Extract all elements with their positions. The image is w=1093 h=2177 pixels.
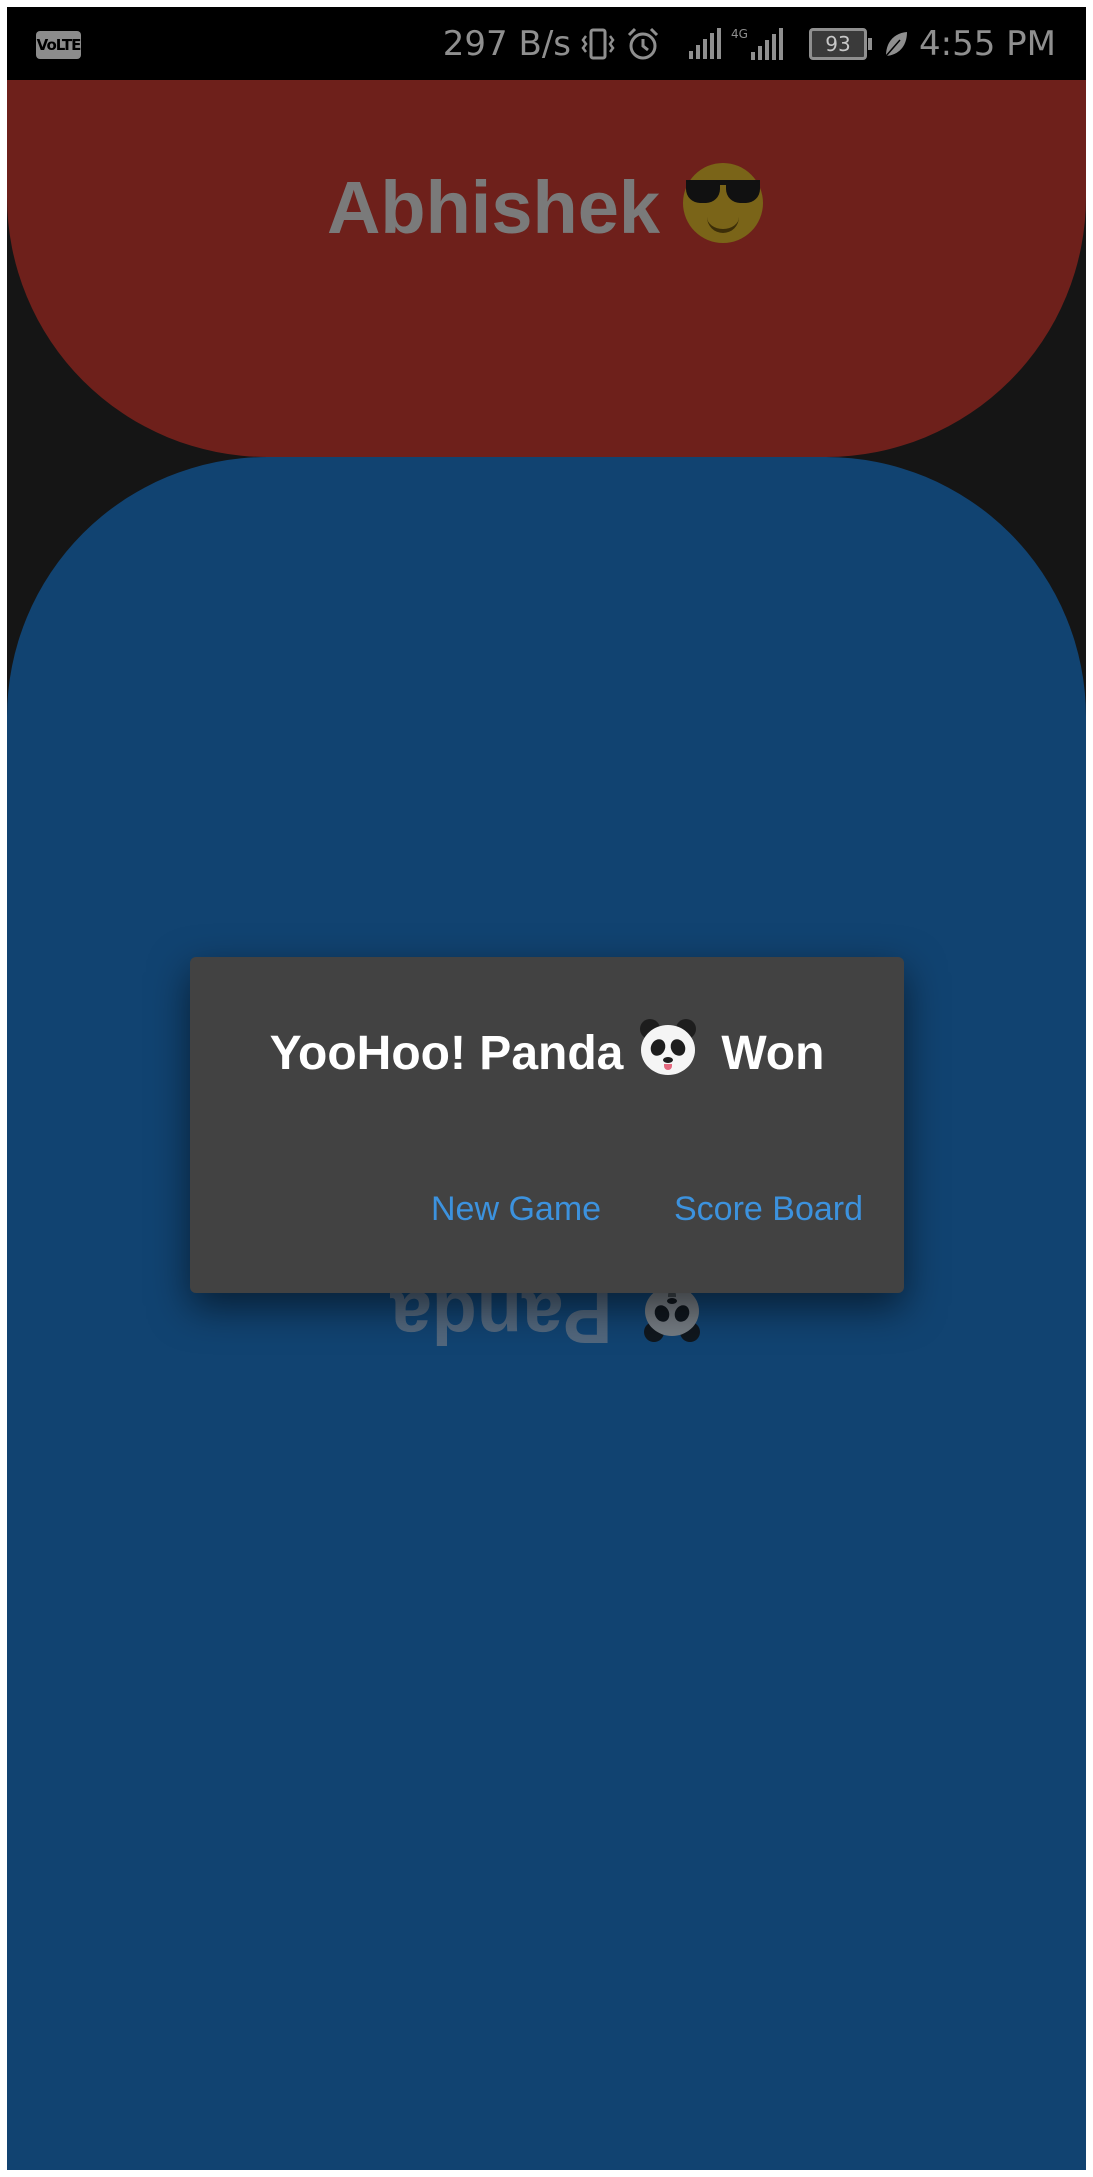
panda-icon xyxy=(637,1019,699,1077)
network-speed: 297 B/s xyxy=(442,24,571,64)
player-top-name: Abhishek xyxy=(326,166,661,249)
dialog-title-won: Won xyxy=(721,1027,825,1080)
score-board-button[interactable]: Score Board xyxy=(674,1190,863,1229)
dialog-title: YooHoo! Panda Won xyxy=(190,1019,904,1081)
alarm-icon xyxy=(625,26,661,62)
dialog-title-text: YooHoo! Panda xyxy=(269,1027,624,1080)
vibrate-icon xyxy=(581,27,615,61)
player-top-label: Abhishek xyxy=(7,161,1086,250)
clock: 4:55 PM xyxy=(919,24,1056,64)
status-bar: VoLTE 297 B/s 4G 93 4:55 PM xyxy=(7,7,1086,80)
signal-icon xyxy=(687,27,721,61)
battery-icon: 93 xyxy=(809,28,872,60)
battery-saver-leaf-icon xyxy=(883,29,909,59)
signal-4g-icon: 4G xyxy=(731,26,785,62)
winner-dialog: YooHoo! Panda Won New Game Score Board xyxy=(190,957,904,1293)
network-type: 4G xyxy=(731,27,748,41)
player-top-panel[interactable] xyxy=(7,80,1086,457)
status-indicators: 297 B/s 4G 93 4:55 PM xyxy=(443,21,1056,67)
sunglasses-face-icon xyxy=(680,161,766,247)
volte-icon: VoLTE xyxy=(36,31,81,59)
app-screen: VoLTE 297 B/s 4G 93 4:55 PM Abhishek Pan… xyxy=(7,7,1086,2170)
new-game-button[interactable]: New Game xyxy=(431,1190,601,1229)
